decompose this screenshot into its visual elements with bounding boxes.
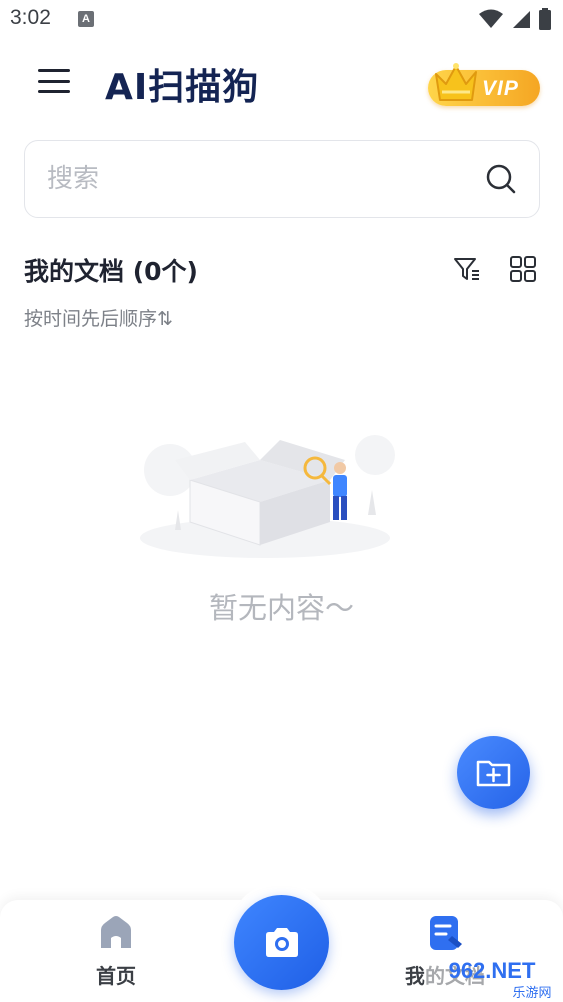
document-icon [430,916,462,950]
signal-icon [513,11,530,28]
wifi-icon [479,9,503,28]
watermark-logo: 962.NET 乐游网 [424,956,563,1001]
menu-button[interactable] [38,66,70,96]
search-input[interactable] [47,161,467,197]
watermark-text: 962.NET [449,958,536,983]
add-folder-icon [476,760,511,787]
vip-label: VIP [482,77,519,100]
app-header: AI扫描狗 VIP [0,48,563,118]
menu-icon-bar [38,79,70,83]
status-icons [479,8,551,30]
search-icon[interactable] [485,163,517,195]
notification-icon: A [78,11,94,27]
grid-view-icon[interactable] [508,254,538,284]
crown-icon [435,63,477,101]
filter-icon[interactable] [452,254,482,284]
documents-title: 我的文档 (0个) [24,257,198,286]
search-box[interactable] [24,140,540,218]
app-title: AI扫描狗 [105,67,260,108]
add-folder-button[interactable] [457,736,530,809]
menu-icon-bar [38,90,70,93]
home-icon [101,916,131,948]
watermark: 962.NET 乐游网 [424,952,563,1002]
empty-message: 暂无内容～ [208,591,354,625]
empty-box-illustration [140,435,395,558]
nav-home-label: 首页 [96,964,136,988]
watermark-subtext: 乐游网 [512,986,551,1001]
sort-toggle[interactable]: 按时间先后顺序⇅ [24,304,173,331]
camera-icon [266,928,298,957]
battery-icon [539,8,551,30]
camera-button[interactable] [234,895,329,990]
status-time: 3:02 [10,6,51,29]
vip-button[interactable]: VIP [420,58,540,110]
menu-icon-bar [38,69,70,72]
nav-home[interactable]: 首页 [66,914,166,989]
status-bar: 3:02 A [0,0,563,40]
